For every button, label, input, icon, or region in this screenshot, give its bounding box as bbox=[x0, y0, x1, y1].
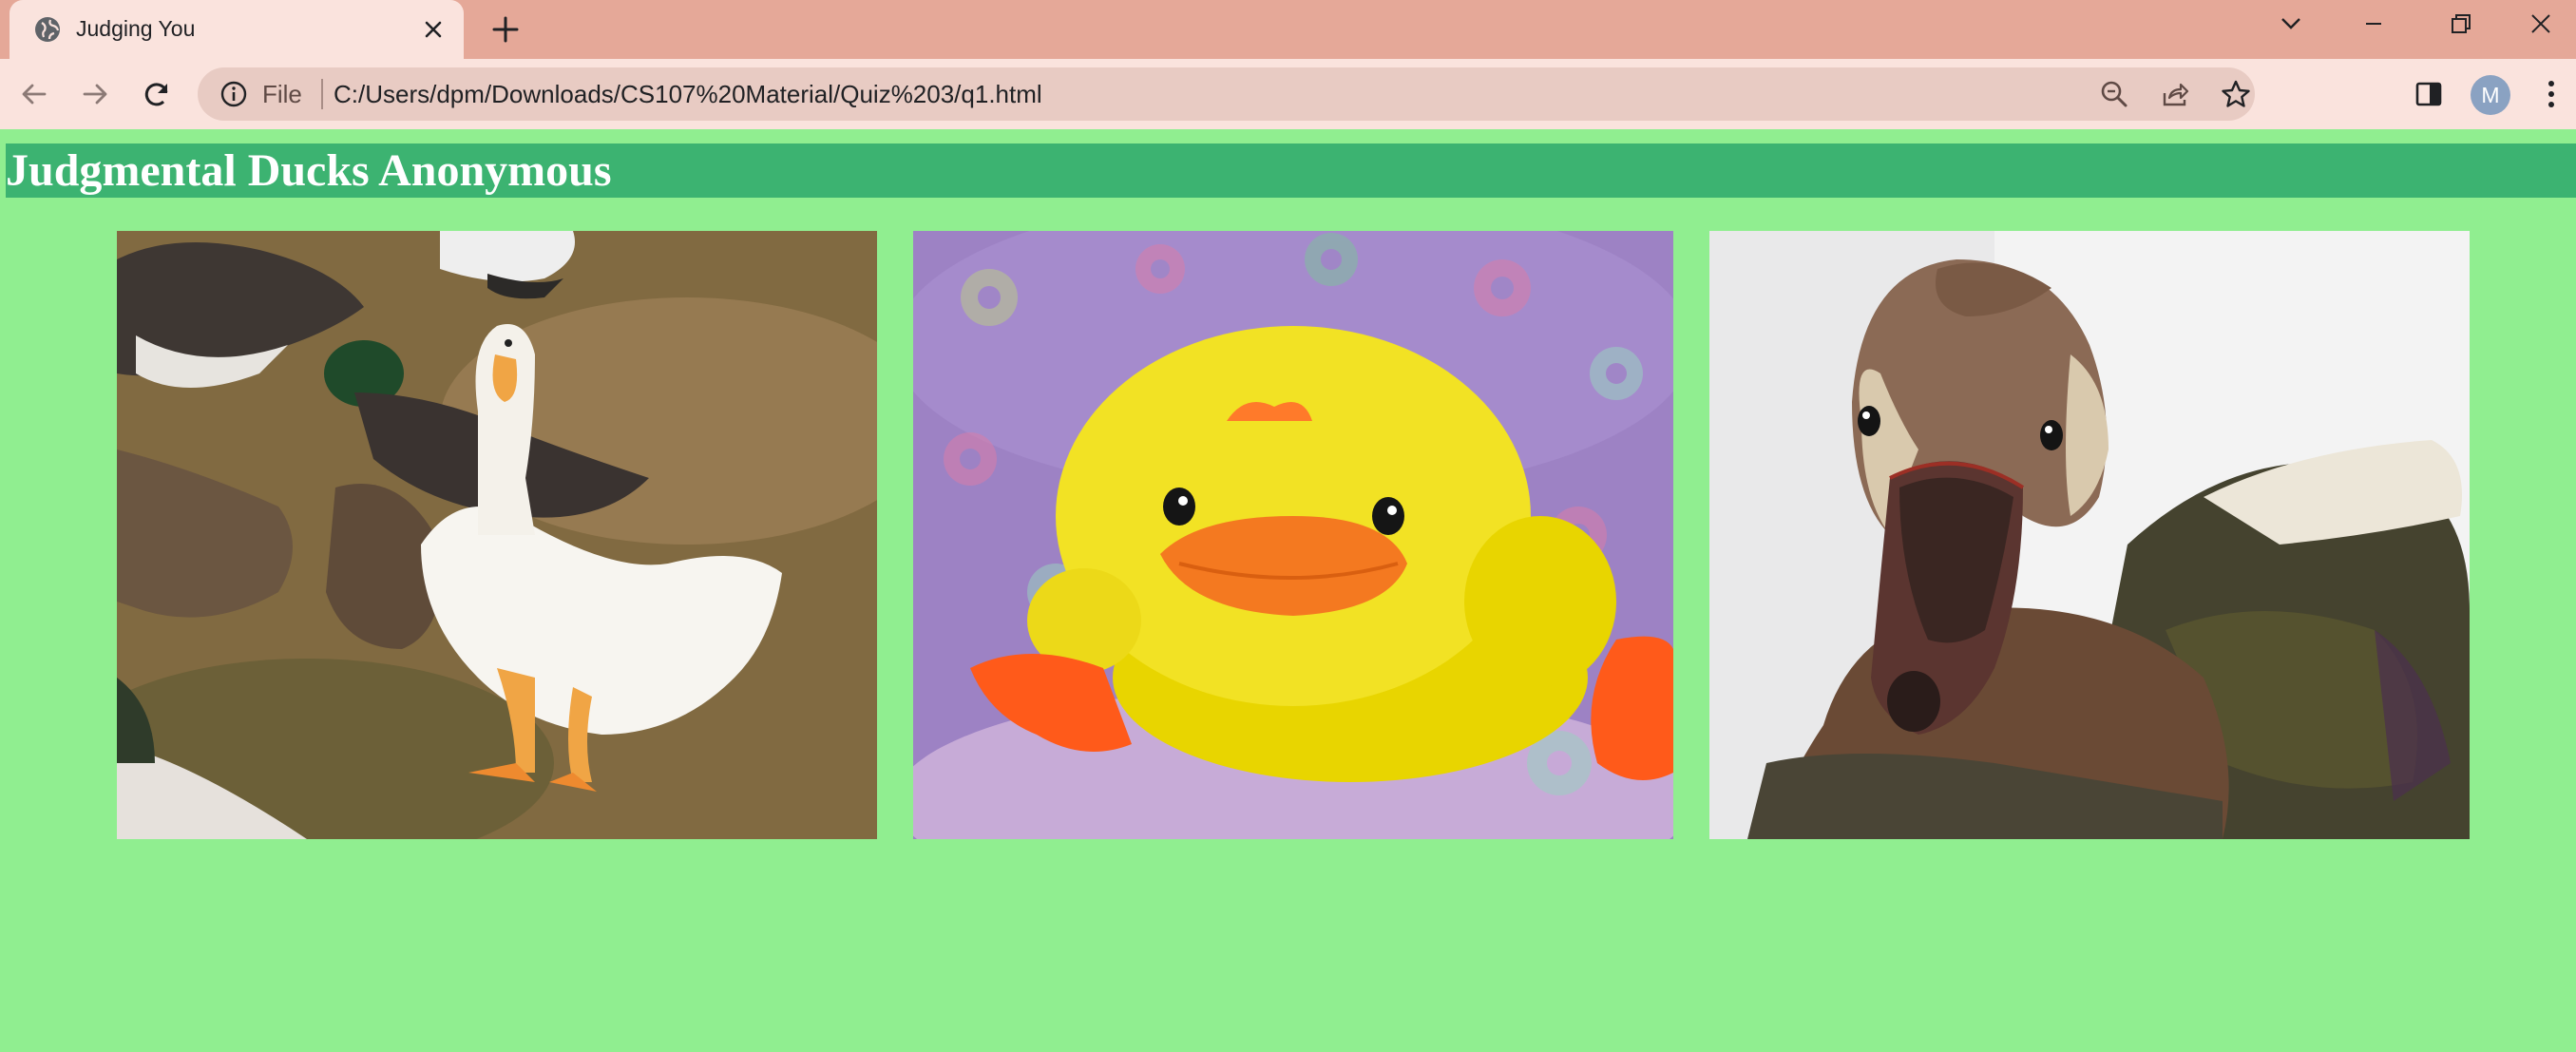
plus-icon[interactable] bbox=[487, 10, 525, 48]
back-arrow-icon[interactable] bbox=[11, 71, 57, 117]
address-divider bbox=[321, 79, 323, 109]
scheme-label: File bbox=[262, 80, 302, 108]
zoom-icon[interactable] bbox=[2097, 77, 2131, 111]
reload-icon[interactable] bbox=[134, 71, 180, 117]
browser-toolbar: File C:/Users/dpm/Downloads/CS107%20Mate… bbox=[0, 59, 2576, 129]
page-header: Judgmental Ducks Anonymous bbox=[6, 143, 2576, 198]
star-icon[interactable] bbox=[2219, 77, 2253, 111]
minimize-icon[interactable] bbox=[2331, 0, 2416, 48]
restore-icon[interactable] bbox=[2418, 0, 2504, 48]
duck-photo-plush-toy bbox=[913, 231, 1673, 839]
chevron-down-icon[interactable] bbox=[2248, 0, 2334, 48]
address-bar[interactable]: File C:/Users/dpm/Downloads/CS107%20Mate… bbox=[198, 67, 2255, 121]
side-panel-icon[interactable] bbox=[2410, 75, 2448, 113]
profile-avatar[interactable]: M bbox=[2471, 75, 2510, 115]
window-close-icon[interactable] bbox=[2505, 0, 2576, 48]
forward-arrow-icon[interactable] bbox=[72, 71, 118, 117]
tab-title: Judging You bbox=[76, 16, 196, 41]
page-title: Judgmental Ducks Anonymous bbox=[6, 145, 612, 196]
info-icon[interactable] bbox=[219, 79, 249, 109]
close-icon[interactable] bbox=[416, 12, 450, 47]
duck-photo-brown-duck bbox=[1709, 231, 2470, 839]
globe-icon bbox=[35, 17, 60, 42]
kebab-menu-icon[interactable] bbox=[2532, 75, 2570, 113]
duck-photo-white-duck bbox=[117, 231, 877, 839]
browser-tab[interactable]: Judging You bbox=[10, 0, 464, 59]
share-icon[interactable] bbox=[2158, 77, 2192, 111]
url-text[interactable]: C:/Users/dpm/Downloads/CS107%20Material/… bbox=[334, 78, 1042, 110]
tab-strip: Judging You bbox=[0, 0, 2576, 59]
